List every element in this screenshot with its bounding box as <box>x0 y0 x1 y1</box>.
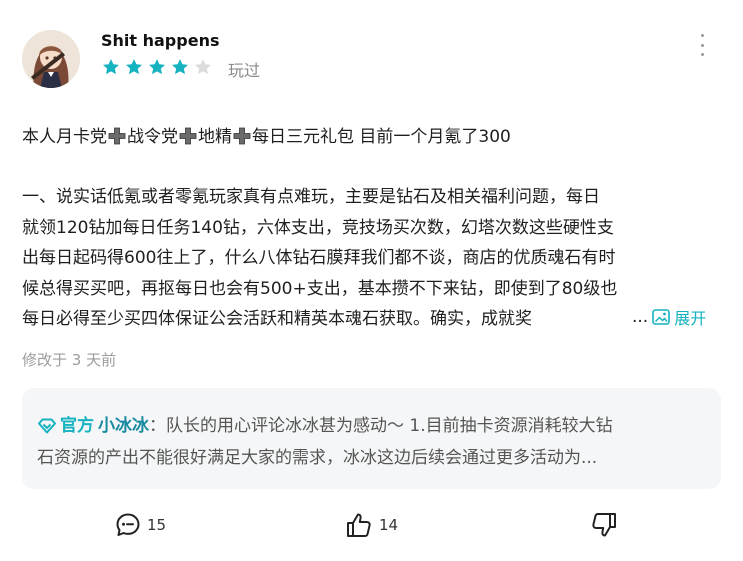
played-label: 玩过 <box>228 61 261 80</box>
review-body-line: 就领120钻加每日任务140钻，六体支出，竞技场买次数，幻塔次数这些硬性支 <box>22 217 614 238</box>
star-empty-icon <box>195 59 211 75</box>
review-body-line: 出每日起码得600往上了，什么八体钻石膜拜我们都不谈，商店的优质魂石有时 <box>22 248 616 268</box>
thumbs-down-icon <box>592 513 616 537</box>
plus-cross-icon <box>108 127 126 145</box>
diamond-icon <box>38 418 56 434</box>
official-reply[interactable]: 官方 小冰冰：队长的用心评论冰冰甚为感动～ 1.目前抽卡资源消耗较大钻 石资源的产… <box>22 388 721 489</box>
reply-text: 官方 小冰冰：队长的用心评论冰冰甚为感动～ 1.目前抽卡资源消耗较大钻 石资源的产… <box>37 410 713 474</box>
comment-icon <box>116 513 140 536</box>
reply-content: ：队长的用心评论冰冰甚为感动～ 1.目前抽卡资源消耗较大钻 <box>149 416 613 436</box>
action-bar: 15 14 <box>0 512 743 542</box>
comment-button[interactable]: 15 <box>115 512 166 538</box>
dislike-button[interactable] <box>590 512 624 538</box>
headline-part: 本人月卡党 <box>22 127 107 147</box>
username[interactable]: Shit happens <box>101 31 219 50</box>
reply-line: 石资源的产出不能很好满足大家的需求，冰冰这边后续会通过更多活动为... <box>37 448 598 468</box>
star-filled-icon <box>126 59 142 75</box>
star-filled-icon <box>149 59 165 75</box>
plus-cross-icon <box>233 127 251 145</box>
thumbs-up-icon <box>347 513 371 537</box>
like-button[interactable]: 14 <box>345 512 398 538</box>
modified-time: 修改于 3 天前 <box>22 351 117 369</box>
avatar[interactable] <box>22 30 80 88</box>
review-headline: 本人月卡党 战令党 地精 每日三元礼包 目前一个月氪了300 <box>22 123 511 151</box>
headline-part: 地精 <box>198 127 232 147</box>
reply-author[interactable]: 小冰冰 <box>98 416 149 436</box>
headline-part: 战令党 <box>127 127 178 147</box>
headline-part: 每日三元礼包 目前一个月氪了300 <box>252 127 511 147</box>
review-body-line: 一、说实话低氪或者零氪玩家真有点难玩，主要是钻石及相关福利问题，每日 <box>22 187 600 207</box>
star-filled-icon <box>103 59 119 75</box>
like-count: 14 <box>379 516 399 534</box>
reply-line: 官方 小冰冰：队长的用心评论冰冰甚为感动～ 1.目前抽卡资源消耗较大钻 <box>37 410 713 442</box>
more-options-icon[interactable] <box>693 34 711 56</box>
rating-stars <box>101 57 213 77</box>
star-filled-icon <box>172 59 188 75</box>
expand-area: ... 展开 <box>592 302 707 332</box>
plus-cross-icon <box>179 127 197 145</box>
expand-button[interactable]: 展开 <box>652 305 706 329</box>
official-badge: 官方 <box>37 416 94 436</box>
official-label: 官方 <box>60 416 94 436</box>
ellipsis: ... <box>632 307 649 327</box>
comment-count: 15 <box>147 516 167 534</box>
expand-label: 展开 <box>674 309 707 328</box>
image-icon <box>652 309 671 325</box>
review-body-line: 候总得买买吧，再抠每日也会有500+支出，基本攒不下来钻，即使到了80级也 <box>22 278 618 299</box>
